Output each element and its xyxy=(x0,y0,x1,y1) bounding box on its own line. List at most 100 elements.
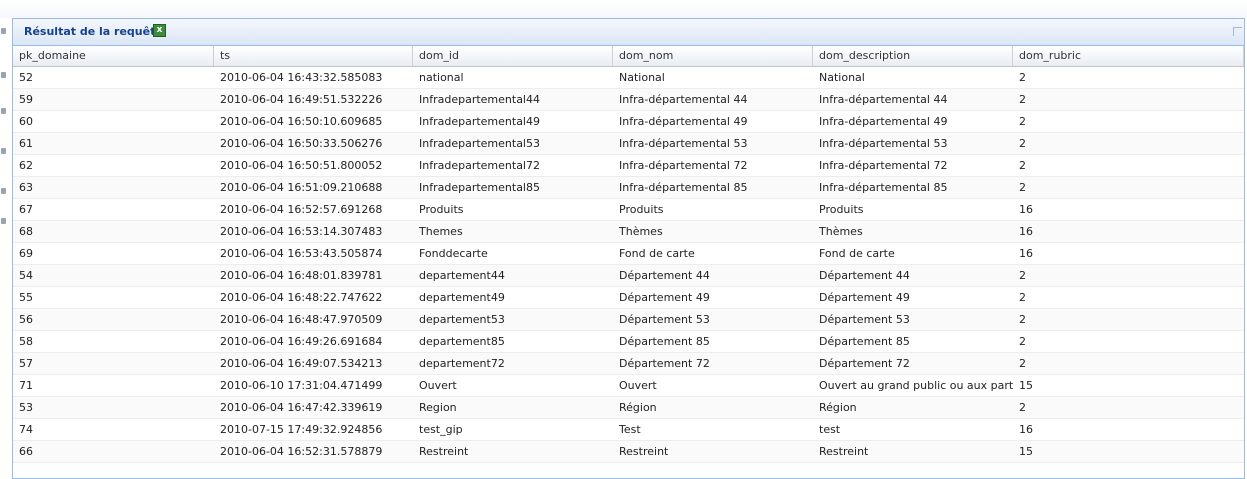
column-header-ts[interactable]: ts xyxy=(214,46,413,66)
cell-ts: 2010-06-04 16:49:51.532226 xyxy=(220,93,383,106)
cell-dom-description: Département 53 xyxy=(819,313,910,326)
cell-dom-nom: Infra-départemental 85 xyxy=(619,181,748,194)
cell-dom-nom: Thèmes xyxy=(619,225,663,238)
cell-pk-domaine: 55 xyxy=(19,291,33,304)
cell-dom-description: Restreint xyxy=(819,445,869,458)
table-row[interactable]: 71 2010-06-10 17:31:04.471499 Ouvert Ouvert… xyxy=(13,375,1244,397)
cell-dom-description: Fond de carte xyxy=(819,247,895,260)
cell-ts: 2010-06-04 16:48:22.747622 xyxy=(220,291,383,304)
panel-tool-icon[interactable] xyxy=(1233,27,1242,36)
cell-dom-description: Infra-départemental 49 xyxy=(819,115,948,128)
cell-pk-domaine: 54 xyxy=(19,269,33,282)
cell-pk-domaine: 60 xyxy=(19,115,33,128)
cell-dom-nom: Département 85 xyxy=(619,335,710,348)
cell-ts: 2010-06-04 16:52:57.691268 xyxy=(220,203,383,216)
cell-dom-id: Infradepartemental53 xyxy=(419,137,540,150)
cell-dom-nom: Test xyxy=(619,423,641,436)
panel-header: Résultat de la requête x xyxy=(13,19,1244,46)
table-row[interactable]: 60 2010-06-04 16:50:10.609685 Infradeparte… xyxy=(13,111,1244,133)
cell-dom-id: Ouvert xyxy=(419,379,457,392)
cell-pk-domaine: 61 xyxy=(19,137,33,150)
cell-dom-rubric: 2 xyxy=(1019,269,1026,282)
cell-ts: 2010-06-04 16:49:26.691684 xyxy=(220,335,383,348)
cell-dom-rubric: 15 xyxy=(1019,445,1033,458)
cell-ts: 2010-06-04 16:50:33.506276 xyxy=(220,137,383,150)
cell-dom-description: Ouvert au grand public ou aux partena xyxy=(819,379,1013,392)
column-header-dom-description[interactable]: dom_description xyxy=(813,46,1013,66)
table-row[interactable]: 56 2010-06-04 16:48:47.970509 departement5… xyxy=(13,309,1244,331)
cell-dom-description: National xyxy=(819,71,865,84)
cell-dom-rubric: 16 xyxy=(1019,225,1033,238)
cell-dom-description: Infra-départemental 44 xyxy=(819,93,948,106)
column-header-dom-id[interactable]: dom_id xyxy=(413,46,613,66)
grid-header: pk_domaine ts dom_id dom_nom dom_description… xyxy=(13,46,1244,67)
query-result-window: Résultat de la requête x pk_domaine ts dom… xyxy=(0,0,1247,479)
cell-dom-nom: Région xyxy=(619,401,657,414)
cell-dom-id: test_gip xyxy=(419,423,463,436)
result-panel: Résultat de la requête x pk_domaine ts dom… xyxy=(12,18,1245,479)
cell-dom-rubric: 2 xyxy=(1019,137,1026,150)
cell-dom-nom: Infra-départemental 44 xyxy=(619,93,748,106)
excel-export-icon[interactable]: x xyxy=(153,24,166,37)
cell-dom-description: Département 44 xyxy=(819,269,910,282)
cell-dom-rubric: 16 xyxy=(1019,423,1033,436)
table-row[interactable]: 53 2010-06-04 16:47:42.339619 Region Région… xyxy=(13,397,1244,419)
cell-ts: 2010-06-04 16:50:51.800052 xyxy=(220,159,383,172)
table-row[interactable]: 63 2010-06-04 16:51:09.210688 Infradeparte… xyxy=(13,177,1244,199)
cell-dom-nom: Ouvert xyxy=(619,379,657,392)
cell-pk-domaine: 71 xyxy=(19,379,33,392)
cell-dom-description: Infra-départemental 72 xyxy=(819,159,948,172)
cell-pk-domaine: 63 xyxy=(19,181,33,194)
cell-dom-id: Infradepartemental44 xyxy=(419,93,540,106)
left-strip xyxy=(0,18,12,479)
cell-dom-nom: National xyxy=(619,71,665,84)
cell-pk-domaine: 58 xyxy=(19,335,33,348)
column-header-pk-domaine[interactable]: pk_domaine xyxy=(13,46,214,66)
cell-pk-domaine: 68 xyxy=(19,225,33,238)
table-row[interactable]: 61 2010-06-04 16:50:33.506276 Infradeparte… xyxy=(13,133,1244,155)
cell-dom-description: Département 49 xyxy=(819,291,910,304)
table-row[interactable]: 69 2010-06-04 16:53:43.505874 Fonddecarte F… xyxy=(13,243,1244,265)
cell-pk-domaine: 59 xyxy=(19,93,33,106)
cell-dom-description: Thèmes xyxy=(819,225,863,238)
cell-ts: 2010-06-04 16:47:42.339619 xyxy=(220,401,383,414)
cell-ts: 2010-06-10 17:31:04.471499 xyxy=(220,379,383,392)
table-row[interactable]: 74 2010-07-15 17:49:32.924856 test_gip Test… xyxy=(13,419,1244,441)
table-row[interactable]: 66 2010-06-04 16:52:31.578879 Restreint Res… xyxy=(13,441,1244,463)
table-row[interactable]: 58 2010-06-04 16:49:26.691684 departement8… xyxy=(13,331,1244,353)
cell-ts: 2010-06-04 16:53:14.307483 xyxy=(220,225,383,238)
cell-ts: 2010-06-04 16:50:10.609685 xyxy=(220,115,383,128)
cell-dom-rubric: 16 xyxy=(1019,247,1033,260)
cell-dom-id: Produits xyxy=(419,203,464,216)
table-row[interactable]: 55 2010-06-04 16:48:22.747622 departement4… xyxy=(13,287,1244,309)
cell-pk-domaine: 56 xyxy=(19,313,33,326)
cell-pk-domaine: 53 xyxy=(19,401,33,414)
cell-ts: 2010-06-04 16:48:47.970509 xyxy=(220,313,383,326)
table-row[interactable]: 62 2010-06-04 16:50:51.800052 Infradeparte… xyxy=(13,155,1244,177)
cell-pk-domaine: 74 xyxy=(19,423,33,436)
cell-dom-description: test xyxy=(819,423,841,436)
table-row[interactable]: 54 2010-06-04 16:48:01.839781 departement4… xyxy=(13,265,1244,287)
cell-dom-description: Produits xyxy=(819,203,864,216)
cell-dom-rubric: 2 xyxy=(1019,159,1026,172)
cell-dom-id: departement53 xyxy=(419,313,505,326)
cell-dom-rubric: 2 xyxy=(1019,93,1026,106)
cell-dom-id: national xyxy=(419,71,464,84)
table-row[interactable]: 68 2010-06-04 16:53:14.307483 Themes Thèmes… xyxy=(13,221,1244,243)
table-row[interactable]: 57 2010-06-04 16:49:07.534213 departement7… xyxy=(13,353,1244,375)
column-header-dom-nom[interactable]: dom_nom xyxy=(613,46,813,66)
cell-dom-id: departement85 xyxy=(419,335,505,348)
cell-ts: 2010-07-15 17:49:32.924856 xyxy=(220,423,383,436)
column-header-dom-rubric[interactable]: dom_rubric xyxy=(1013,46,1244,66)
cell-dom-id: Region xyxy=(419,401,457,414)
cell-pk-domaine: 69 xyxy=(19,247,33,260)
cell-pk-domaine: 67 xyxy=(19,203,33,216)
cell-dom-nom: Département 72 xyxy=(619,357,710,370)
table-row[interactable]: 67 2010-06-04 16:52:57.691268 Produits Prod… xyxy=(13,199,1244,221)
cell-dom-nom: Restreint xyxy=(619,445,669,458)
cell-dom-rubric: 2 xyxy=(1019,181,1026,194)
cell-dom-rubric: 16 xyxy=(1019,203,1033,216)
cell-dom-description: Département 72 xyxy=(819,357,910,370)
table-row[interactable]: 59 2010-06-04 16:49:51.532226 Infradeparte… xyxy=(13,89,1244,111)
table-row[interactable]: 52 2010-06-04 16:43:32.585083 national Nati… xyxy=(13,67,1244,89)
